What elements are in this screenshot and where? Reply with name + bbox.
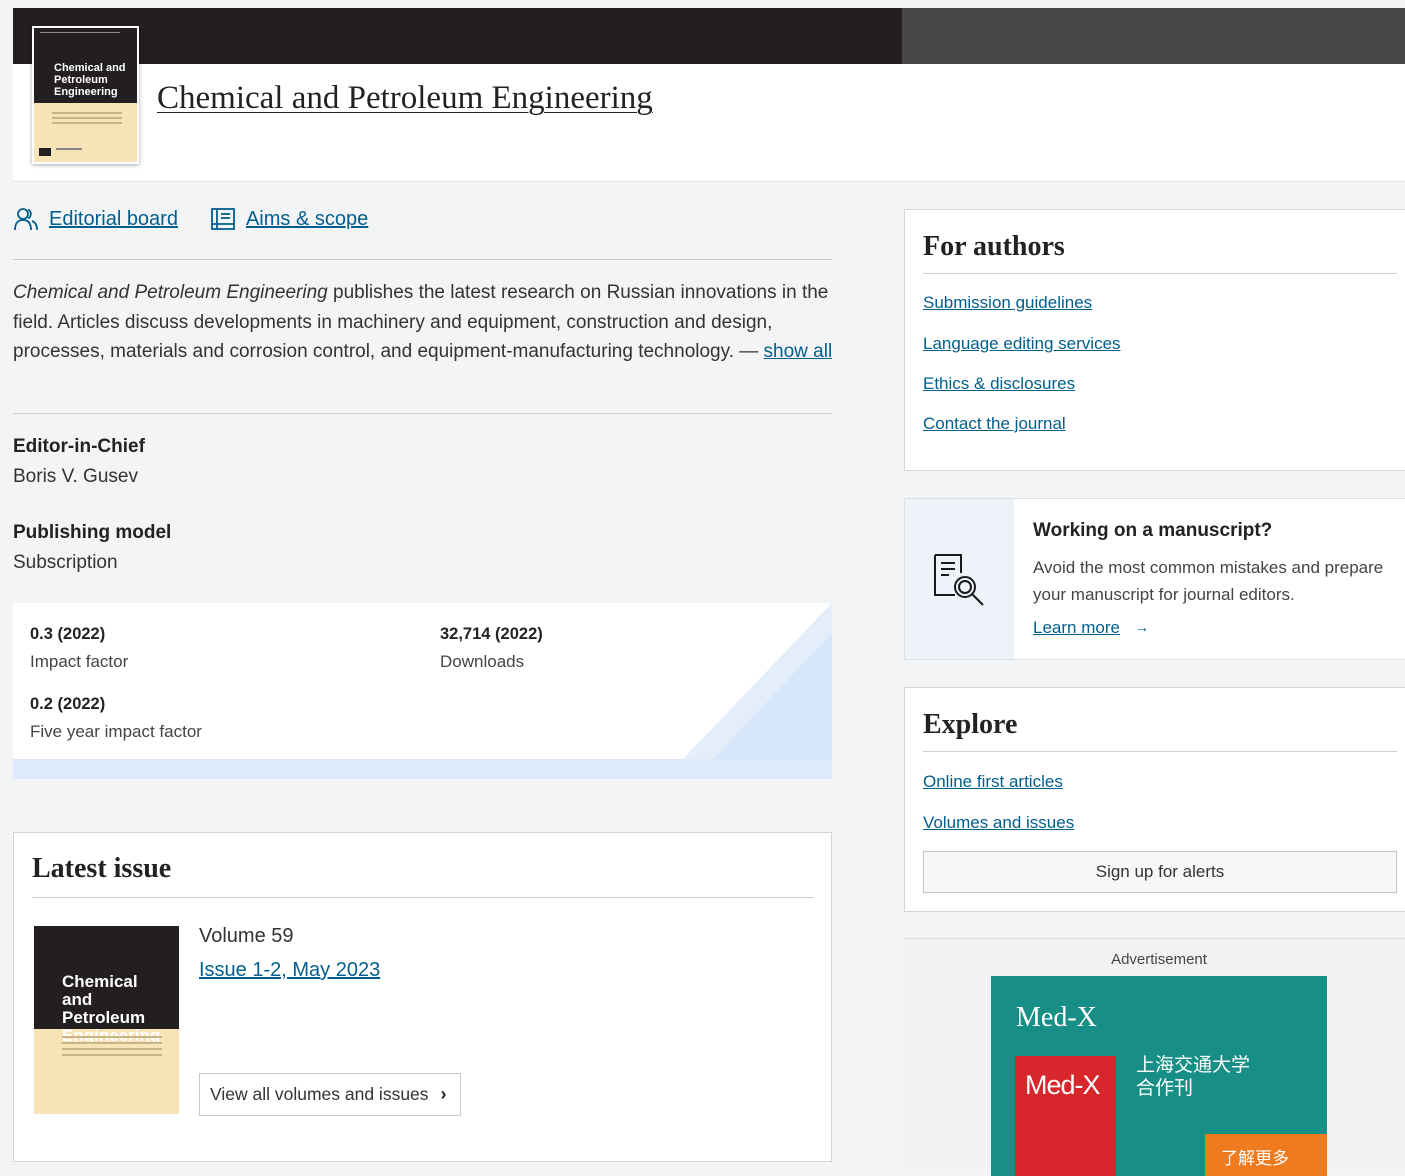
divider (32, 897, 814, 898)
cover-title: Chemical and Petroleum Engineering (62, 972, 160, 1045)
editorial-board-label: Editorial board (49, 207, 178, 230)
manuscript-icon-box (905, 499, 1014, 659)
document-search-icon (934, 554, 984, 606)
metrics-decoration (13, 603, 832, 779)
journal-title-link[interactable]: Chemical and Petroleum Engineering (157, 80, 653, 117)
impact-factor-value: 0.3 (2022) (30, 625, 106, 643)
editorial-board-link[interactable]: Editorial board (13, 206, 178, 232)
manuscript-text: Avoid the most common mistakes and prepa… (1033, 558, 1384, 604)
sign-up-alerts-button[interactable]: Sign up for alerts (923, 851, 1397, 893)
cover-footer-line (56, 148, 82, 150)
advertisement-label: Advertisement (1111, 951, 1207, 968)
people-icon (14, 208, 38, 231)
ad-chinese-text: 上海交通大学 合作刊 (1136, 1054, 1250, 1100)
advertisement-box: Advertisement Med-X Med-X 上海交通大学 合作刊 了解更… (904, 938, 1405, 1176)
view-all-volumes-label: View all volumes and issues (210, 1084, 429, 1104)
publishing-model-value: Subscription (13, 552, 118, 573)
for-authors-panel: For authors Submission guidelines Langua… (904, 209, 1405, 471)
divider (13, 259, 832, 260)
latest-issue-link[interactable]: Issue 1-2, May 2023 (199, 959, 380, 982)
ad-logo: Med-X (1016, 1002, 1097, 1033)
aims-scope-link[interactable]: Aims & scope (210, 206, 368, 232)
ethics-disclosures-link[interactable]: Ethics & disclosures (923, 374, 1075, 394)
volume-label: Volume 59 (199, 925, 294, 947)
arrow-right-icon: → (1135, 619, 1149, 635)
divider (923, 751, 1397, 752)
ad-learn-more-button[interactable]: 了解更多 (1205, 1134, 1327, 1176)
ad-cn-line1: 上海交通大学 (1136, 1055, 1251, 1076)
cover-lines (62, 1036, 162, 1060)
chevron-right-icon: › (440, 1084, 447, 1104)
downloads-label: Downloads (440, 652, 525, 671)
impact-factor-label: Impact factor (30, 652, 129, 671)
aims-scope-label: Aims & scope (245, 207, 369, 230)
language-editing-link[interactable]: Language editing services (923, 334, 1121, 354)
five-year-impact-label: Five year impact factor (30, 722, 202, 741)
publisher-logo (39, 148, 51, 156)
downloads-value: 32,714 (2022) (440, 625, 543, 643)
ad-cn-line2: 合作刊 (1136, 1078, 1194, 1099)
cover-title: Chemical and Petroleum Engineering (54, 62, 126, 98)
latest-issue-cover[interactable]: Chemical and Petroleum Engineering (34, 926, 179, 1114)
divider (13, 413, 832, 414)
journal-description: Chemical and Petroleum Engineering publi… (13, 278, 835, 367)
volumes-issues-link[interactable]: Volumes and issues (923, 813, 1074, 833)
explore-panel: Explore Online first articles Volumes an… (904, 687, 1405, 912)
learn-more-link[interactable]: Learn more (1033, 618, 1120, 638)
book-icon (211, 208, 235, 230)
editor-in-chief-label: Editor-in-Chief (13, 436, 145, 457)
manuscript-title: Working on a manuscript? (1033, 520, 1273, 541)
ad-book-cover: Med-X (1015, 1056, 1116, 1176)
ad-book-title: Med-X (1025, 1070, 1101, 1100)
editor-in-chief-name: Boris V. Gusev (13, 466, 138, 487)
cover-stripe (40, 32, 120, 35)
contact-journal-link[interactable]: Contact the journal (923, 414, 1066, 434)
divider (923, 273, 1397, 274)
journal-quicklinks: Editorial board Aims & scope (13, 206, 400, 232)
explore-title: Explore (923, 709, 1018, 740)
journal-cover-thumbnail[interactable]: Chemical and Petroleum Engineering (32, 26, 139, 164)
five-year-impact-value: 0.2 (2022) (30, 695, 106, 713)
show-all-link[interactable]: show all (764, 341, 833, 362)
publishing-model-label: Publishing model (13, 522, 172, 543)
journal-metrics: 0.3 (2022) Impact factor 32,714 (2022) D… (13, 603, 832, 779)
description-journal-name: Chemical and Petroleum Engineering (13, 282, 328, 303)
cover-lines (52, 112, 122, 127)
latest-issue-section: Latest issue Chemical and Petroleum Engi… (13, 832, 832, 1162)
online-first-link[interactable]: Online first articles (923, 772, 1063, 792)
submission-guidelines-link[interactable]: Submission guidelines (923, 293, 1092, 313)
top-bar-right (902, 8, 1405, 64)
latest-issue-title: Latest issue (32, 853, 172, 884)
advertisement-banner[interactable]: Med-X Med-X 上海交通大学 合作刊 了解更多 (991, 976, 1327, 1176)
manuscript-promo: Working on a manuscript? Avoid the most … (904, 498, 1405, 660)
for-authors-title: For authors (923, 231, 1065, 262)
view-all-volumes-button[interactable]: View all volumes and issues › (199, 1073, 461, 1116)
